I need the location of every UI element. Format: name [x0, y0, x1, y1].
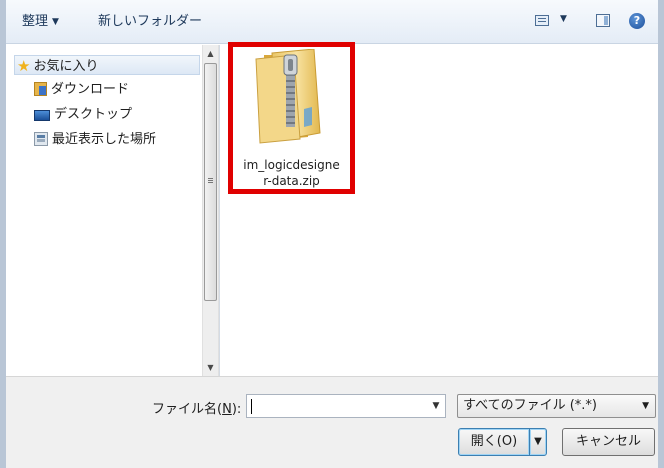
scroll-down-arrow-icon[interactable]: ▼	[203, 359, 218, 376]
chevron-down-icon: ▼	[642, 401, 649, 411]
organize-button[interactable]: 整理 ▼	[22, 12, 59, 32]
desktop-icon	[34, 110, 50, 121]
nav-item-desktop[interactable]: デスクトップ	[34, 105, 132, 125]
nav-item-label: ダウンロード	[51, 82, 130, 97]
nav-item-downloads[interactable]: ダウンロード	[34, 80, 129, 100]
star-icon: ★	[17, 57, 31, 75]
chevron-down-icon[interactable]: ▼	[560, 14, 567, 24]
file-name-line: im_logicdesigne	[243, 158, 340, 172]
nav-scrollbar[interactable]: ▲ ▼	[202, 45, 219, 376]
view-options-icon[interactable]	[535, 15, 549, 26]
filename-label-end: ):	[231, 402, 242, 417]
filename-access-key: N	[222, 402, 232, 417]
preview-pane-icon[interactable]	[596, 14, 610, 27]
filename-input[interactable]: ▼	[246, 394, 446, 418]
help-icon[interactable]: ?	[629, 13, 645, 29]
nav-item-label: お気に入り	[33, 59, 99, 74]
file-type-value: すべてのファイル (*.*)	[463, 398, 597, 413]
file-type-select[interactable]: すべてのファイル (*.*) ▼	[457, 394, 656, 418]
filename-label: ファイル名(N):	[152, 398, 241, 417]
zip-folder-icon	[255, 49, 321, 144]
chevron-down-icon[interactable]: ▼	[430, 396, 442, 416]
new-folder-button[interactable]: 新しいフォルダー	[98, 12, 202, 32]
organize-label: 整理	[22, 14, 49, 29]
dialog-footer: ファイル名(N): ▼ すべてのファイル (*.*) ▼ 開く(O) ▼ キャンセ…	[6, 376, 658, 468]
nav-item-favorites[interactable]: ★ お気に入り	[14, 55, 200, 75]
file-name: im_logicdesigne r-data.zip	[234, 157, 349, 189]
open-file-dialog: 整理 ▼ 新しいフォルダー ▼ ? ★ お気に入り ダウンロード デスクトップ 最近…	[0, 0, 664, 468]
scroll-up-arrow-icon[interactable]: ▲	[203, 45, 218, 62]
nav-item-label: 最近表示した場所	[52, 132, 157, 147]
cancel-button[interactable]: キャンセル	[562, 428, 655, 456]
nav-item-recent-places[interactable]: 最近表示した場所	[34, 130, 156, 150]
filename-label-text: ファイル名(	[152, 402, 223, 417]
toolbar: 整理 ▼ 新しいフォルダー ▼ ?	[6, 0, 658, 44]
chevron-down-icon: ▼	[52, 17, 59, 27]
nav-item-label: デスクトップ	[54, 107, 133, 122]
open-options-chevron-down-icon[interactable]: ▼	[529, 428, 547, 456]
file-item[interactable]: im_logicdesigne r-data.zip	[234, 47, 349, 189]
scrollbar-thumb[interactable]	[204, 63, 217, 301]
text-cursor	[251, 399, 252, 414]
recent-places-icon	[34, 132, 48, 146]
navigation-pane: ★ お気に入り ダウンロード デスクトップ 最近表示した場所	[6, 45, 202, 376]
file-name-line: r-data.zip	[263, 174, 320, 188]
file-list: im_logicdesigne r-data.zip	[220, 42, 658, 376]
open-button[interactable]: 開く(O)	[458, 428, 530, 456]
downloads-folder-icon	[34, 82, 47, 96]
grip-icon	[208, 178, 213, 179]
